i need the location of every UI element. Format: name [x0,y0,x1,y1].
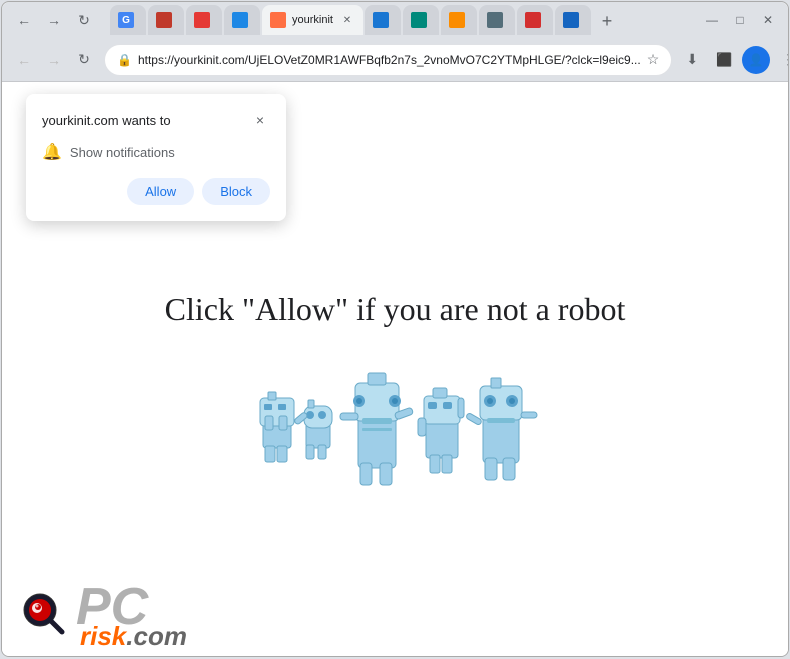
tab-10-favicon [525,12,541,28]
menu-button[interactable]: ⋮ [774,46,789,74]
addr-back-button[interactable]: ← [10,46,38,74]
pcrisk-text-group: PC risk .com [76,581,187,648]
robots-illustration [245,358,545,488]
title-bar: ← → ↻ G [2,2,788,38]
security-icon: 🔒 [117,53,132,67]
tab-11[interactable] [555,5,591,35]
menu-icon: ⋮ [781,51,789,68]
allow-button[interactable]: Allow [127,178,194,205]
tab-8[interactable] [441,5,477,35]
download-button[interactable]: ⬇ [678,46,706,74]
page-content: yourkinit.com wants to × 🔔 Show notifica… [2,82,788,656]
addr-back-icon: ← [17,52,31,68]
download-icon: ⬇ [686,51,698,68]
tab-7-favicon [411,12,427,28]
popup-notification-row: 🔔 Show notifications [42,142,270,162]
popup-close-icon: × [256,112,264,128]
tab-2-favicon [156,12,172,28]
tab-7[interactable] [403,5,439,35]
nav-controls: ← → ↻ [10,6,98,34]
close-window-button[interactable]: ✕ [756,8,780,32]
refresh-icon: ↻ [78,12,90,29]
popup-buttons: Allow Block [42,178,270,205]
bookmark-icon[interactable]: ☆ [647,51,660,68]
maximize-icon: □ [736,13,743,27]
address-nav: ← → ↻ [10,46,98,74]
tab-2[interactable] [148,5,184,35]
tab-5-active[interactable]: yourkinit ✕ [262,5,363,35]
bell-icon: 🔔 [42,142,62,162]
refresh-button[interactable]: ↻ [70,6,98,34]
notification-popup: yourkinit.com wants to × 🔔 Show notifica… [26,94,286,221]
tab-6-favicon [373,12,389,28]
new-tab-button[interactable]: + [593,7,621,35]
url-bar[interactable]: 🔒 https://yourkinit.com/UjELOVetZ0MR1AWF… [104,44,672,76]
popup-header: yourkinit.com wants to × [42,110,270,130]
close-window-icon: ✕ [763,13,773,27]
toolbar-icons: ⬇ ⬛ 👤 ⋮ [678,46,789,74]
tab-11-favicon [563,12,579,28]
tab-3-favicon [194,12,210,28]
window-controls: — □ ✕ [700,8,780,32]
pcrisk-logo: PC risk .com [18,581,187,648]
tab-3[interactable] [186,5,222,35]
browser-window: ← → ↻ G [1,1,789,657]
profile-icon: 👤 [749,53,764,67]
block-button[interactable]: Block [202,178,270,205]
pcrisk-suffix: .com [126,625,187,648]
extensions-icon: ⬛ [716,52,732,68]
addr-forward-button[interactable]: → [40,46,68,74]
extensions-button[interactable]: ⬛ [710,46,738,74]
new-tab-icon: + [602,11,613,32]
tab-10[interactable] [517,5,553,35]
maximize-button[interactable]: □ [728,8,752,32]
back-button[interactable]: ← [10,6,38,34]
url-text: https://yourkinit.com/UjELOVetZ0MR1AWFBq… [138,53,641,67]
popup-title: yourkinit.com wants to [42,113,171,128]
tab-8-favicon [449,12,465,28]
profile-button[interactable]: 👤 [742,46,770,74]
tab-9[interactable] [479,5,515,35]
minimize-icon: — [706,13,718,27]
addr-refresh-icon: ↻ [78,51,90,68]
tab-1-favicon: G [118,12,134,28]
forward-icon: → [47,12,61,28]
addr-refresh-button[interactable]: ↻ [70,46,98,74]
minimize-button[interactable]: — [700,8,724,32]
popup-notification-text: Show notifications [70,145,175,160]
tabs-bar: G yourkinit ✕ [106,5,696,35]
tab-5-close[interactable]: ✕ [339,12,355,28]
tab-4[interactable] [224,5,260,35]
address-bar: ← → ↻ 🔒 https://yourkinit.com/UjELOVetZ0… [2,38,788,82]
forward-button[interactable]: → [40,6,68,34]
page-heading: Click "Allow" if you are not a robot [165,291,626,328]
back-icon: ← [17,12,31,28]
tab-5-favicon [270,12,286,28]
tab-1[interactable]: G [110,5,146,35]
addr-forward-icon: → [47,52,61,68]
tab-4-favicon [232,12,248,28]
risk-text: risk [80,625,126,648]
tab-9-favicon [487,12,503,28]
popup-close-button[interactable]: × [250,110,270,130]
pcrisk-search-icon [18,588,70,640]
tab-5-label: yourkinit [292,14,333,26]
robots-svg [245,358,545,488]
tab-6[interactable] [365,5,401,35]
